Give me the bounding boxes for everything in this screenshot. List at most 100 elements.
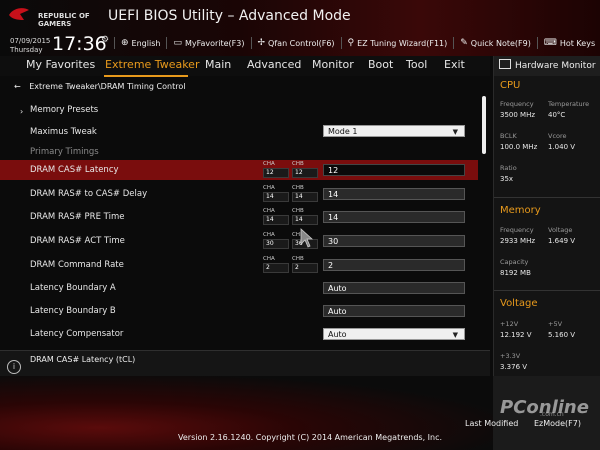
ez-mode-button[interactable]: EzMode(F7) <box>534 419 581 428</box>
cha-label: CHA <box>263 161 275 167</box>
memory-frequency-value: 2933 MHz <box>500 237 536 245</box>
memory-capacity-value: 8192 MB <box>500 269 531 277</box>
v33-value: 3.376 V <box>500 363 528 371</box>
cha-value: 14 <box>263 192 289 202</box>
breadcrumb-text: Extreme Tweaker\DRAM Timing Control <box>29 82 186 91</box>
cha-readout: CHA 14 <box>263 208 289 225</box>
breadcrumb: ← Extreme Tweaker\DRAM Timing Control <box>14 82 185 91</box>
cpu-ratio-value: 35x <box>500 175 514 183</box>
quick-note-label: Quick Note(F9) <box>470 38 531 48</box>
cha-readout: CHA 12 <box>263 161 289 178</box>
info-icon: i <box>7 360 21 374</box>
star-monitor-icon: ▭ <box>173 38 182 48</box>
tab-main[interactable]: Main <box>205 58 231 71</box>
divider <box>494 197 600 198</box>
dram-ras-to-cas-input[interactable]: 14 <box>323 188 465 200</box>
clock[interactable]: 17:36 <box>52 33 107 55</box>
ez-tuning-button[interactable]: ⚲ EZ Tuning Wizard(F11) <box>340 37 454 49</box>
dram-ras-pre-row[interactable]: DRAM RAS# PRE Time CHA 14 CHB 14 14 <box>0 207 478 227</box>
chb-label: CHB <box>292 208 304 214</box>
dram-ras-to-cas-row[interactable]: DRAM RAS# to CAS# Delay CHA 14 CHB 14 14 <box>0 184 478 204</box>
scrollbar[interactable] <box>482 96 486 154</box>
dram-command-rate-input[interactable]: 2 <box>323 259 465 271</box>
tab-boot[interactable]: Boot <box>368 58 393 71</box>
dram-cas-latency-label: DRAM CAS# Latency <box>30 165 119 175</box>
cha-label: CHA <box>263 208 275 214</box>
cpu-temperature-value: 40°C <box>548 111 566 119</box>
date-display: 07/09/2015 Thursday <box>10 37 50 55</box>
primary-timings-label: Primary Timings <box>30 147 99 157</box>
tab-extreme-tweaker[interactable]: Extreme Tweaker <box>105 58 199 71</box>
tab-tool[interactable]: Tool <box>406 58 427 71</box>
latency-boundary-b-input[interactable]: Auto <box>323 305 465 317</box>
back-arrow-icon[interactable]: ← <box>14 82 21 91</box>
rog-eye-icon <box>9 8 29 20</box>
language-button[interactable]: ⊕ English <box>114 37 166 49</box>
keyboard-icon: ⌨ <box>543 38 557 48</box>
cpu-frequency-label: Frequency <box>500 100 534 108</box>
latency-compensator-row[interactable]: Latency Compensator Auto <box>0 324 478 344</box>
cpu-vcore-value: 1.040 V <box>548 143 576 151</box>
cpu-heading: CPU <box>500 80 521 91</box>
memory-capacity-label: Capacity <box>500 258 529 266</box>
maximus-tweak-label: Maximus Tweak <box>30 127 97 137</box>
tab-monitor[interactable]: Monitor <box>312 58 354 71</box>
fan-icon: ✢ <box>257 38 266 48</box>
mouse-cursor-icon <box>300 228 314 248</box>
tab-my-favorites[interactable]: My Favorites <box>26 58 95 71</box>
tab-exit[interactable]: Exit <box>444 58 465 71</box>
page-title: UEFI BIOS Utility – Advanced Mode <box>108 8 351 24</box>
latency-boundary-b-row[interactable]: Latency Boundary B Auto <box>0 301 478 321</box>
cpu-vcore-label: Vcore <box>548 132 567 140</box>
tab-advanced[interactable]: Advanced <box>247 58 301 71</box>
dram-ras-to-cas-label: DRAM RAS# to CAS# Delay <box>30 189 148 199</box>
date-text: 07/09/2015 <box>10 37 51 45</box>
latency-boundary-b-label: Latency Boundary B <box>30 306 116 316</box>
v12-value: 12.192 V <box>500 331 532 339</box>
dram-ras-pre-input[interactable]: 14 <box>323 211 465 223</box>
brand-line2: GAMERS <box>38 20 72 28</box>
quick-note-button[interactable]: ✎ Quick Note(F9) <box>453 37 537 49</box>
memory-presets-label: Memory Presets <box>30 105 99 115</box>
chb-label: CHB <box>292 161 304 167</box>
hot-keys-button[interactable]: ⌨ Hot Keys <box>536 37 600 49</box>
brand-line1: REPUBLIC OF <box>38 12 90 20</box>
chb-readout: CHB 2 <box>292 256 318 273</box>
maximus-tweak-select[interactable]: Mode 1 <box>323 125 465 138</box>
last-modified-button[interactable]: Last Modified <box>465 419 518 428</box>
chb-value: 14 <box>292 192 318 202</box>
cha-label: CHA <box>263 185 275 191</box>
toolbar: ⊕ English ▭ MyFavorite(F3) ✢ Qfan Contro… <box>114 37 600 51</box>
myfavorite-label: MyFavorite(F3) <box>184 38 245 48</box>
dram-cas-latency-row[interactable]: DRAM CAS# Latency CHA 12 CHB 12 12 <box>0 160 478 180</box>
cha-readout: CHA 14 <box>263 185 289 202</box>
memory-presets-row[interactable]: Memory Presets <box>0 100 478 120</box>
globe-icon: ⊕ <box>121 38 129 48</box>
qfan-label: Qfan Control(F6) <box>268 38 335 48</box>
myfavorite-button[interactable]: ▭ MyFavorite(F3) <box>166 37 250 49</box>
dram-cas-latency-input[interactable]: 12 <box>323 164 465 176</box>
dram-ras-pre-label: DRAM RAS# PRE Time <box>30 212 125 222</box>
chb-value: 14 <box>292 215 318 225</box>
dram-ras-act-input[interactable]: 30 <box>323 235 465 247</box>
qfan-button[interactable]: ✢ Qfan Control(F6) <box>250 37 341 49</box>
language-label: English <box>131 38 161 48</box>
rog-logo: REPUBLIC OF GAMERS <box>8 6 100 32</box>
hardware-monitor-title: Hardware Monitor <box>494 56 600 76</box>
divider <box>494 290 600 291</box>
chb-value: 2 <box>292 263 318 273</box>
dram-ras-act-row[interactable]: DRAM RAS# ACT Time CHA 30 CHB 36 30 <box>0 231 478 251</box>
cpu-ratio-label: Ratio <box>500 164 517 172</box>
watermark-sub: .com.cn <box>540 411 564 418</box>
brand-text: REPUBLIC OF GAMERS <box>38 12 90 28</box>
latency-boundary-a-row[interactable]: Latency Boundary A Auto <box>0 278 478 298</box>
gear-icon[interactable]: ⚙ <box>101 35 109 45</box>
latency-boundary-a-label: Latency Boundary A <box>30 283 116 293</box>
latency-compensator-select[interactable]: Auto <box>323 328 465 341</box>
cpu-temperature-label: Temperature <box>548 100 590 108</box>
note-icon: ✎ <box>460 38 468 48</box>
cha-readout: CHA 30 <box>263 232 289 249</box>
latency-boundary-a-input[interactable]: Auto <box>323 282 465 294</box>
dram-command-rate-row[interactable]: DRAM Command Rate CHA 2 CHB 2 2 <box>0 255 478 275</box>
monitor-icon <box>499 59 511 69</box>
